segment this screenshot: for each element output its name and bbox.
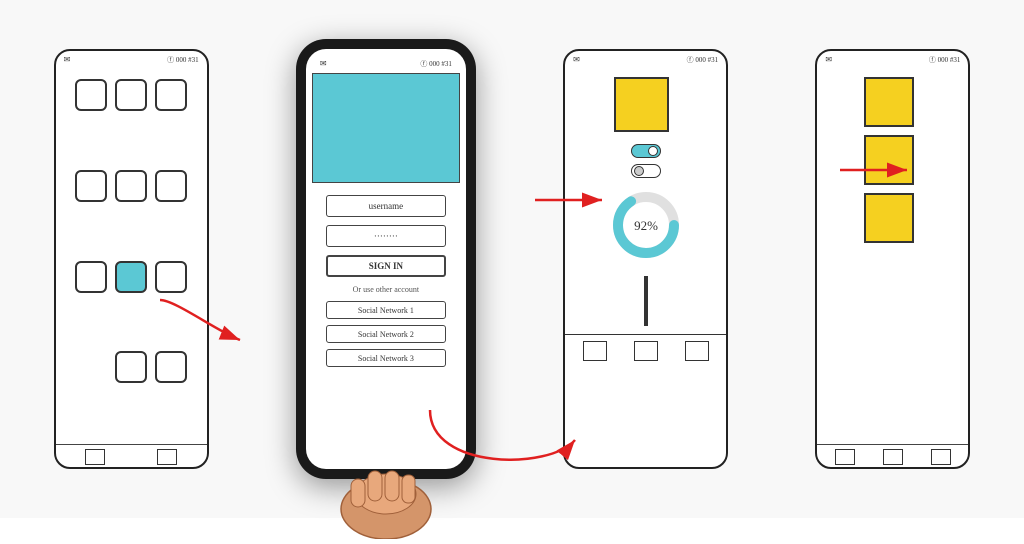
screen4-tab-3[interactable] [931,449,951,465]
social-network-3-button[interactable]: Social Network 3 [326,349,446,367]
screen1-status-icons: ⓕ 000 #31 [167,55,199,65]
app-icon-2[interactable] [115,79,147,111]
screen3-hero-area [606,69,685,140]
phone-status-bar: ✉ ⓕ 000 #31 [312,55,460,73]
screen4-bottom-tabs [817,444,968,467]
app-icon-6[interactable] [155,170,187,202]
social-network-2-button[interactable]: Social Network 2 [326,325,446,343]
donut-chart-svg: 92% [611,190,681,260]
app-icon-12[interactable] [155,351,187,383]
app-icon-4[interactable] [75,170,107,202]
screen3-tab-2[interactable] [634,341,658,361]
screen1-frame: ✉ ⓕ 000 #31 [54,49,209,469]
social3-label: Social Network 3 [358,354,414,363]
or-text-label: Or use other account [353,285,419,294]
screen1-email-icon: ✉ [64,55,71,65]
app-icon-8-highlighted[interactable] [115,261,147,293]
app-icon-7[interactable] [75,261,107,293]
screen4-frame: ✉ ⓕ 000 #31 [815,49,970,469]
login-hero-image [312,73,460,183]
app-icon-11[interactable] [115,351,147,383]
toggle-switch-1[interactable] [631,144,661,158]
app-icon-1[interactable] [75,79,107,111]
password-label: ········ [374,231,398,241]
screen4-row-3 [864,193,922,243]
screen1-tab-2[interactable] [157,449,177,465]
toggle-knob-2 [634,166,644,176]
screen3-toggle-1[interactable] [631,144,661,158]
screen4-status-bar: ✉ ⓕ 000 #31 [817,51,968,69]
screen3-bottom-tabs [565,334,726,365]
screen3-tab-3[interactable] [685,341,709,361]
screen3-tab-1[interactable] [583,341,607,361]
screen1-status-bar: ✉ ⓕ 000 #31 [56,51,207,69]
screen3-email-icon: ✉ [573,55,580,65]
screen3-status-icons: ⓕ 000 #31 [687,55,719,65]
screen1-tab-1[interactable] [85,449,105,465]
screen4-img-2[interactable] [864,135,914,185]
username-label: username [369,201,403,211]
phone-screen: ✉ ⓕ 000 #31 username ········ SIGN IN [306,49,466,469]
main-scene: ✉ ⓕ 000 #31 [0,0,1024,518]
hand-svg [326,449,446,539]
screen3-chart-area: 92% [603,182,689,268]
toggle-knob-1 [648,146,658,156]
screen4-email-icon: ✉ [825,55,832,65]
or-text: Or use other account [312,285,460,294]
chart-percent-label: 92% [634,218,658,233]
app-icon-5[interactable] [115,170,147,202]
screen4-image-list [856,69,930,444]
social2-label: Social Network 2 [358,330,414,339]
screen3-hero-image [614,77,669,132]
screen1-bottom-tabs [56,444,207,467]
screen3-status-bar: ✉ ⓕ 000 #31 [565,51,726,69]
screen1-app-grid [63,69,199,444]
screen4-status-icons: ⓕ 000 #31 [929,55,961,65]
app-icon-9[interactable] [155,261,187,293]
screen4-tab-1[interactable] [835,449,855,465]
phone-frame: ✉ ⓕ 000 #31 username ········ SIGN IN [296,39,476,479]
screen3-frame: ✉ ⓕ 000 #31 [563,49,728,469]
screen3-toggle-2[interactable] [631,164,661,178]
social-network-1-button[interactable]: Social Network 1 [326,301,446,319]
signin-button[interactable]: SIGN IN [326,255,446,277]
screen4-tab-2[interactable] [883,449,903,465]
password-field[interactable]: ········ [326,225,446,247]
hand-illustration [326,449,446,539]
app-icon-3[interactable] [155,79,187,111]
phone-email-icon: ✉ [320,59,327,69]
screen3-toggles [623,140,669,182]
toggle-switch-2[interactable] [631,164,661,178]
screen4-img-1[interactable] [864,77,914,127]
signin-label: SIGN IN [369,261,403,271]
phone-container: ✉ ⓕ 000 #31 username ········ SIGN IN [296,39,476,479]
screen3-placeholder-box [644,276,648,326]
screen4-row-2 [864,135,922,185]
app-icon-spacer [75,351,107,383]
screen4-img-3[interactable] [864,193,914,243]
username-field[interactable]: username [326,195,446,217]
social1-label: Social Network 1 [358,306,414,315]
phone-status-icons: ⓕ 000 #31 [420,59,452,69]
screen4-row-1 [864,77,922,127]
